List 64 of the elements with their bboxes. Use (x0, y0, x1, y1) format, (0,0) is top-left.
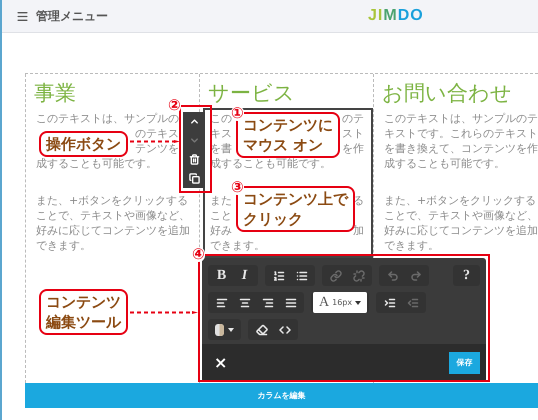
align-left-icon (216, 296, 228, 308)
undo-icon (386, 270, 398, 282)
body-text: できます。 (384, 240, 439, 251)
justify-icon (284, 296, 296, 308)
dashed-arrow (130, 140, 180, 142)
body-text: また (210, 195, 232, 206)
body-text: 好みに応じてコンテンツを追加 (384, 225, 538, 236)
dashed-arrow (130, 311, 198, 314)
body-text: このテキストは、サンプルのテ (384, 113, 538, 124)
column-heading: 事業 (34, 80, 76, 107)
body-text: また、+ボタンをクリックする (384, 195, 536, 206)
body-text: テンツを (135, 143, 179, 154)
link-icon (330, 270, 342, 282)
body-text: る (353, 195, 364, 206)
close-button[interactable]: × (214, 355, 228, 371)
body-text: を書き換えて、コンテンツを作 (384, 143, 538, 154)
body-text: 好み (210, 225, 232, 236)
code-icon (278, 324, 290, 336)
body-text: ことで、テキストや画像など、 (384, 210, 538, 221)
menu-icon (16, 10, 29, 22)
body-text: こと (210, 210, 232, 221)
body-text: 加 (353, 225, 364, 236)
body-text: を書 (210, 143, 232, 154)
body-text: できます。 (210, 240, 265, 251)
indent-icon (384, 296, 396, 308)
bold-button[interactable]: B (210, 265, 233, 286)
body-text: キス (210, 128, 232, 139)
body-text: 好みに応じてコンテンツを追加 (36, 225, 190, 236)
help-button[interactable]: ? (455, 265, 478, 286)
align-center-icon (238, 296, 250, 308)
bullet-list-icon (296, 270, 308, 282)
eraser-icon (256, 324, 268, 336)
unlink-icon (352, 270, 364, 282)
caret-icon (355, 300, 362, 304)
body-text: 成することも可能です。 (384, 158, 505, 169)
body-text: キストです。これらのテキスト (384, 128, 538, 139)
callout-label: 操作ボタン (39, 131, 128, 157)
column-heading: お問い合わせ (382, 80, 512, 107)
align-right-icon (262, 296, 274, 308)
body-text: のテ (342, 113, 364, 124)
body-text: また、+ボタンをクリックする (36, 195, 188, 206)
step-number: ④ (192, 247, 205, 262)
body-text: できます。 (36, 240, 91, 251)
body-text: 成することも可能です。 (36, 158, 157, 169)
outdent-icon (406, 296, 419, 308)
step-number: ② (168, 98, 181, 113)
numbered-list-icon (272, 270, 284, 282)
italic-button[interactable]: I (233, 265, 256, 286)
trash-icon (188, 154, 200, 165)
body-text: を作 (342, 143, 364, 154)
font-size-dropdown[interactable]: A 16px (313, 292, 368, 313)
column-heading: サービス (208, 80, 295, 107)
logo: JIMDO (368, 6, 424, 26)
body-text: ことで、テキストや画像など、 (36, 210, 190, 221)
redo-icon (410, 270, 422, 282)
body-text: スト (342, 128, 364, 139)
body-text: この (210, 113, 232, 124)
callout-label: コンテンツ編集ツール (39, 289, 128, 335)
admin-menu-button[interactable]: 管理メニュー (16, 7, 108, 25)
caret-icon (228, 328, 234, 332)
color-swatch-icon (215, 324, 224, 336)
copy-icon (188, 173, 200, 184)
body-text: このテキストは、サンプルの (36, 113, 179, 124)
body-text: のテキス (135, 128, 179, 139)
